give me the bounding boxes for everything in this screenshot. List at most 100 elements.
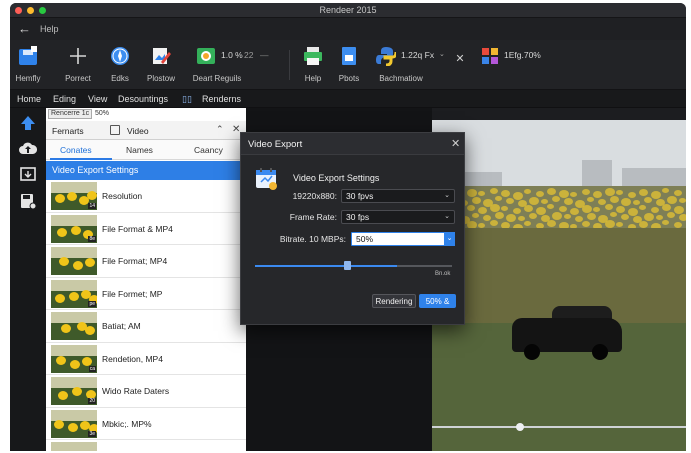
crowd-figure	[570, 208, 579, 215]
tab-conates[interactable]: Conates	[60, 145, 92, 155]
crowd-figure	[621, 214, 629, 220]
back-arrow-icon[interactable]: ←	[18, 21, 31, 36]
crowd-figure	[506, 214, 516, 222]
frame-rate-select[interactable]: 30 fps ⌄	[341, 210, 455, 224]
crowd-figure	[604, 204, 613, 210]
crowd-figure	[593, 191, 602, 198]
crowd-figure	[639, 205, 646, 210]
menu-renderns[interactable]: Renderns	[202, 94, 241, 104]
menu-home[interactable]: Home	[17, 94, 41, 104]
porrect-tool[interactable]: Porrect	[62, 46, 94, 83]
list-item-label: Mbkic;. MP%	[102, 418, 152, 429]
bitrate-slider[interactable]	[255, 265, 452, 267]
chevron-down-icon: ⌄	[444, 192, 450, 199]
crowd-figure	[489, 220, 498, 226]
photo-effects-icon	[196, 46, 216, 66]
playback-scrubber[interactable]	[432, 426, 686, 428]
bitrate-input[interactable]: 50% ⌄	[351, 232, 455, 246]
resolution-select[interactable]: 30 fpvs ⌄	[341, 189, 455, 203]
menu-view[interactable]: View	[88, 94, 107, 104]
plostow-tool[interactable]: Plostow	[145, 46, 177, 83]
list-item[interactable]: 3e Mbkic;. MP%	[46, 408, 246, 440]
flower-shape	[71, 225, 81, 235]
list-item-label: Wido Rate Daters	[102, 386, 170, 396]
frame-rate-select-value: 30 fps	[346, 212, 370, 222]
ribbon-divider	[289, 50, 290, 80]
crowd-figure	[639, 189, 648, 196]
resolution-select-value: 30 fpvs	[346, 191, 374, 201]
dialog-title-bar: Video Export ✕	[241, 133, 464, 155]
crowd-figure	[558, 190, 569, 198]
dialog-heading: Video Export Settings	[293, 173, 380, 183]
crowd-figure	[678, 198, 686, 203]
save-settings-icon[interactable]	[19, 192, 37, 210]
crowd-figure	[581, 205, 592, 213]
help-link[interactable]: Help	[40, 24, 59, 34]
help-tool-label: Help	[304, 74, 322, 83]
playback-scrubber-handle[interactable]	[516, 423, 524, 431]
panel-header-video[interactable]: Video	[127, 126, 149, 136]
cloud-upload-icon[interactable]	[19, 140, 38, 158]
collapse-chevron-icon[interactable]: ⌃	[216, 124, 224, 135]
flower-shape	[73, 261, 83, 270]
crowd-figure	[650, 191, 661, 199]
bitrate-input-value: 50%	[356, 234, 374, 244]
crowd-figure	[471, 197, 481, 204]
crowd-figure	[655, 215, 663, 220]
color-grid-tool[interactable]: 1Efg.70%	[480, 46, 560, 66]
list-item[interactable]: pe File Formet; MP	[46, 278, 246, 310]
bitrate-slider-handle[interactable]	[343, 261, 351, 270]
help-tool[interactable]: Help	[300, 46, 326, 83]
thumbnail-tag: 3e	[88, 430, 96, 437]
upload-arrow-icon[interactable]	[19, 114, 37, 132]
bachmatiow-dropdown-icon[interactable]: ⌄	[439, 50, 445, 58]
crowd-figure	[471, 213, 479, 218]
menu-desountings[interactable]: Desountings	[118, 94, 168, 104]
crowd-figure	[563, 198, 573, 205]
list-item[interactable]: Condatires	[46, 440, 246, 451]
deart-reguils-tool[interactable]: 1.0 % 22 — Deart Reguils	[188, 46, 269, 83]
export-primary-button[interactable]: 50% &	[419, 294, 456, 308]
crowd-figure	[512, 192, 523, 200]
tab-caancy[interactable]: Caancy	[194, 145, 223, 155]
edks-tool[interactable]: Edks	[106, 46, 134, 83]
list-item[interactable]: ca Rendetion, MP4	[46, 343, 246, 375]
document-icon	[339, 46, 359, 66]
frame-rate-label: Frame Rate:	[289, 212, 337, 222]
active-tab-indicator	[50, 158, 112, 160]
rendering-button[interactable]: Rendering	[372, 294, 416, 308]
tab-names[interactable]: Names	[126, 145, 153, 155]
crowd-figure	[489, 204, 500, 212]
settings-panel: Rencerre 1c 50% Fernarts Video ⌃ ✕ Conat…	[46, 108, 246, 451]
flower-shape	[70, 359, 80, 369]
plostow-label: Plostow	[146, 74, 175, 83]
panel-header-fernarts[interactable]: Fernarts	[52, 126, 84, 136]
video-icon	[110, 125, 120, 135]
bitrate-dropdown-icon[interactable]: ⌄	[444, 232, 455, 246]
list-item[interactable]: 8e File Format & MP4	[46, 213, 246, 245]
thumbnail-sky	[51, 214, 97, 226]
menu-eding[interactable]: Eding	[53, 94, 76, 104]
flower-thumbnail: pe	[51, 279, 97, 308]
preview-building	[622, 168, 686, 186]
bachmatiow-tool[interactable]: 1.22q Fx ⌄ Bachmatiow	[371, 46, 445, 83]
crowd-figure	[609, 196, 619, 203]
deart-zoom-value: 1.0 %	[221, 50, 243, 60]
crowd-figure	[598, 199, 606, 205]
list-item[interactable]: 20 Wido Rate Daters	[46, 375, 246, 408]
dialog-close-icon[interactable]: ✕	[451, 137, 460, 150]
flower-shape	[69, 291, 79, 301]
hemfly-tool[interactable]: Hemfly	[13, 46, 43, 83]
crowd-figure	[644, 213, 654, 221]
minus-icon[interactable]: —	[260, 50, 269, 60]
crowd-figure	[524, 205, 533, 212]
list-item[interactable]: 14 Resolution	[46, 180, 246, 213]
list-item[interactable]: File Format; MP4	[46, 245, 246, 278]
flower-shape	[72, 387, 82, 396]
pbots-tool[interactable]: Pbots	[336, 46, 362, 83]
list-item[interactable]: Batiat; AM	[46, 310, 246, 343]
export-frame-icon[interactable]	[19, 166, 37, 184]
ribbon-close-icon[interactable]: ✕	[454, 52, 466, 65]
calendar-settings-icon	[255, 167, 279, 191]
list-item-label: Resolution	[102, 191, 143, 201]
